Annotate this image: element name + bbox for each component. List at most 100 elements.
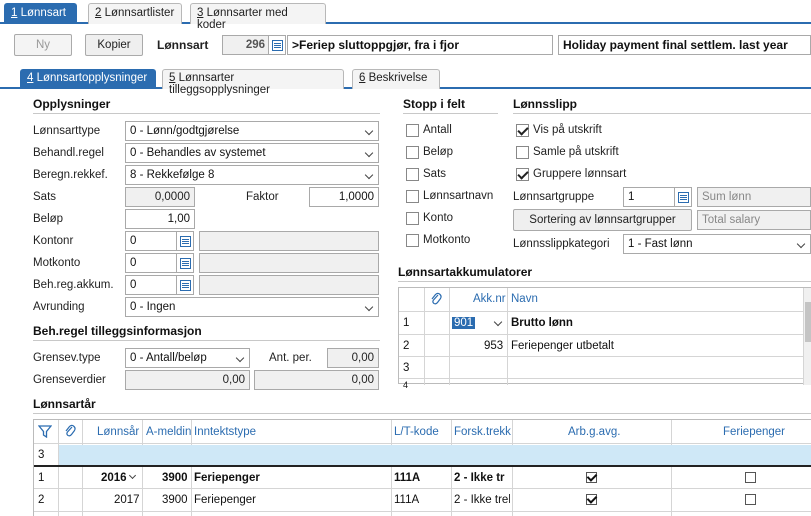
year-row-2-forsk[interactable]: 2 - Ikke trek (454, 494, 510, 506)
tab-lonnsartlister[interactable]: 2 Lønnsartlister (88, 3, 182, 24)
behreg-field[interactable]: 0 (125, 275, 177, 295)
akkumulatorer-title: Lønnsartakkumulatorer (398, 265, 533, 279)
tilleggsinfo-title: Beh.regel tilleggsinformasjon (33, 324, 202, 338)
kontonr-field[interactable]: 0 (125, 231, 177, 251)
year-row-2-num: 2 (38, 494, 45, 506)
feriepenger-header[interactable]: Feriepenger (723, 426, 785, 438)
tab-beskrivelse[interactable]: 6 Beskrivelse (352, 69, 440, 89)
year-row-1-inntektstype[interactable]: Feriepenger (194, 472, 260, 484)
new-row-highlight[interactable] (59, 445, 811, 465)
name-no-field[interactable]: >Feriep sluttoppgjør, fra i fjor (287, 35, 553, 55)
year-row-2-lonnsar[interactable]: 2017 (114, 494, 140, 506)
akk-scrollbar[interactable] (804, 288, 811, 385)
lonnsartar-title: Lønnsartår (33, 397, 96, 411)
copy-button[interactable]: Kopier (85, 34, 143, 56)
arbg-header[interactable]: Arb.g.avg. (568, 426, 620, 438)
paperclip-icon (64, 424, 76, 441)
grensev-type-label: Grensev.type (33, 352, 101, 364)
year-row-1-arbg-checkbox[interactable] (586, 472, 597, 483)
stopp-antall-checkbox[interactable] (406, 124, 419, 137)
lookup-icon[interactable] (268, 35, 286, 55)
kontonr-label: Kontonr (33, 235, 74, 247)
avrunding-select[interactable]: 0 - Ingen (125, 297, 379, 317)
stopp-sats-label: Sats (423, 168, 447, 180)
lonnsar-header[interactable]: Lønnsår (97, 426, 139, 438)
year-row-1-forsk[interactable]: 2 - Ikke tr (454, 472, 510, 484)
gruppe-name-en-field: Total salary (697, 210, 811, 230)
akk-row-2-num: 2 (403, 340, 410, 352)
grenseverdi-1-field[interactable]: 0,00 (125, 370, 250, 390)
sortering-button[interactable]: Sortering av lønnsartgrupper (513, 209, 692, 231)
stopp-belop-label: Beløp (423, 146, 454, 158)
year-row-1-ameldin[interactable]: 3900 (162, 472, 188, 484)
motkonto-lookup-icon[interactable] (176, 253, 194, 273)
behreg-label: Beh.reg.akkum. (33, 279, 114, 291)
year-row-2-inntektstype[interactable]: Feriepenger (194, 494, 256, 506)
new-button[interactable]: Ny (14, 34, 72, 56)
grenseverdi-2-field[interactable]: 0,00 (254, 370, 379, 390)
year-row-2-ltkode[interactable]: 111A (394, 494, 419, 506)
forsk-header[interactable]: Forsk.trekk (454, 426, 511, 438)
akknr-header[interactable]: Akk.nr (473, 293, 506, 305)
name-en-field[interactable]: Holiday payment final settlem. last year (558, 35, 811, 55)
belop-field[interactable]: 1,00 (125, 209, 195, 229)
lonnsar-dropdown-icon[interactable] (128, 471, 137, 480)
tab-lonnsarter-med-koder[interactable]: 3 Lønnsarter med koder (190, 3, 326, 31)
navn-header[interactable]: Navn (511, 293, 538, 305)
year-row-2-ameldin[interactable]: 3900 (162, 494, 188, 506)
filter-icon[interactable] (37, 425, 53, 441)
beregn-select[interactable]: 8 - Rekkefølge 8 (125, 165, 379, 185)
stopp-konto-label: Konto (423, 212, 454, 224)
year-row-1-feriepenger-checkbox[interactable] (745, 472, 756, 483)
gruppere-lonnsart-label: Gruppere lønnsart (533, 168, 627, 180)
vis-pa-utskrift-checkbox[interactable] (516, 124, 529, 137)
motkonto-name-field (199, 253, 379, 273)
faktor-field[interactable]: 1,0000 (309, 187, 379, 207)
vis-pa-utskrift-label: Vis på utskrift (533, 124, 602, 136)
samle-pa-utskrift-checkbox[interactable] (516, 146, 529, 159)
grenseverdier-label: Grenseverdier (33, 374, 106, 386)
akk-row-1-akknr[interactable]: 901 (452, 317, 476, 329)
ant-per-field[interactable]: 0,00 (327, 348, 379, 368)
stopp-lonnsartnavn-checkbox[interactable] (406, 190, 419, 203)
akk-row-2-akknr[interactable]: 953 (484, 340, 503, 352)
tab-lonnsart[interactable]: 1 Lønnsart (4, 3, 77, 24)
ant-per-label: Ant. per. (269, 352, 312, 364)
ameldin-header[interactable]: A-meldin (146, 426, 191, 438)
gruppere-lonnsart-checkbox[interactable] (516, 168, 529, 181)
kategori-select[interactable]: 1 - Fast lønn (623, 234, 811, 254)
tab-lonnsartopplysninger[interactable]: 4 Lønnsartopplysninger (20, 69, 156, 89)
year-row-1-ltkode[interactable]: 111A (394, 472, 420, 484)
lonnsart-number-field[interactable]: 296 (222, 35, 270, 55)
inntektstype-header[interactable]: Inntektstype (194, 426, 256, 438)
gruppe-field[interactable]: 1 (623, 187, 675, 207)
year-row-1-lonnsar[interactable]: 2016 (101, 472, 127, 484)
grensev-type-select[interactable]: 0 - Antall/beløp (125, 348, 250, 368)
behandl-select[interactable]: 0 - Behandles av systemet (125, 143, 379, 163)
stopp-sats-checkbox[interactable] (406, 168, 419, 181)
behreg-lookup-icon[interactable] (176, 275, 194, 295)
stopp-konto-checkbox[interactable] (406, 212, 419, 225)
year-row-3-num: 3 (38, 449, 45, 461)
sats-field[interactable]: 0,0000 (125, 187, 195, 207)
belop-label: Beløp (33, 213, 64, 225)
motkonto-field[interactable]: 0 (125, 253, 177, 273)
lonnsartar-grid: Lønnsår A-meldin Inntektstype L/T-kode F… (33, 419, 811, 516)
ltkode-header[interactable]: L/T-kode (394, 426, 439, 438)
year-row-2-arbg-checkbox[interactable] (586, 494, 597, 505)
kontonr-lookup-icon[interactable] (176, 231, 194, 251)
behandl-label: Behandl.regel (33, 147, 104, 159)
lonnsarttype-select[interactable]: 0 - Lønn/godtgjørelse (125, 121, 379, 141)
akk-row-1-navn: Brutto lønn (511, 317, 573, 329)
gruppe-lookup-icon[interactable] (674, 187, 692, 207)
akknr-dropdown-icon[interactable] (493, 317, 503, 327)
sats-label: Sats (33, 191, 57, 203)
top-tab-bar: 1 Lønnsart 2 Lønnsartlister 3 Lønnsarter… (0, 0, 811, 31)
tab-lonnsarter-tilleggsopplysninger[interactable]: 5 Lønnsarter tilleggsopplysninger (162, 69, 344, 96)
akk-row-4-num: 4 (403, 380, 409, 390)
year-row-2-feriepenger-checkbox[interactable] (745, 494, 756, 505)
akk-row-2-navn: Feriepenger utbetalt (511, 340, 614, 352)
stopp-motkonto-checkbox[interactable] (406, 234, 419, 247)
stopp-belop-checkbox[interactable] (406, 146, 419, 159)
kategori-label: Lønnsslippkategori (513, 238, 610, 250)
